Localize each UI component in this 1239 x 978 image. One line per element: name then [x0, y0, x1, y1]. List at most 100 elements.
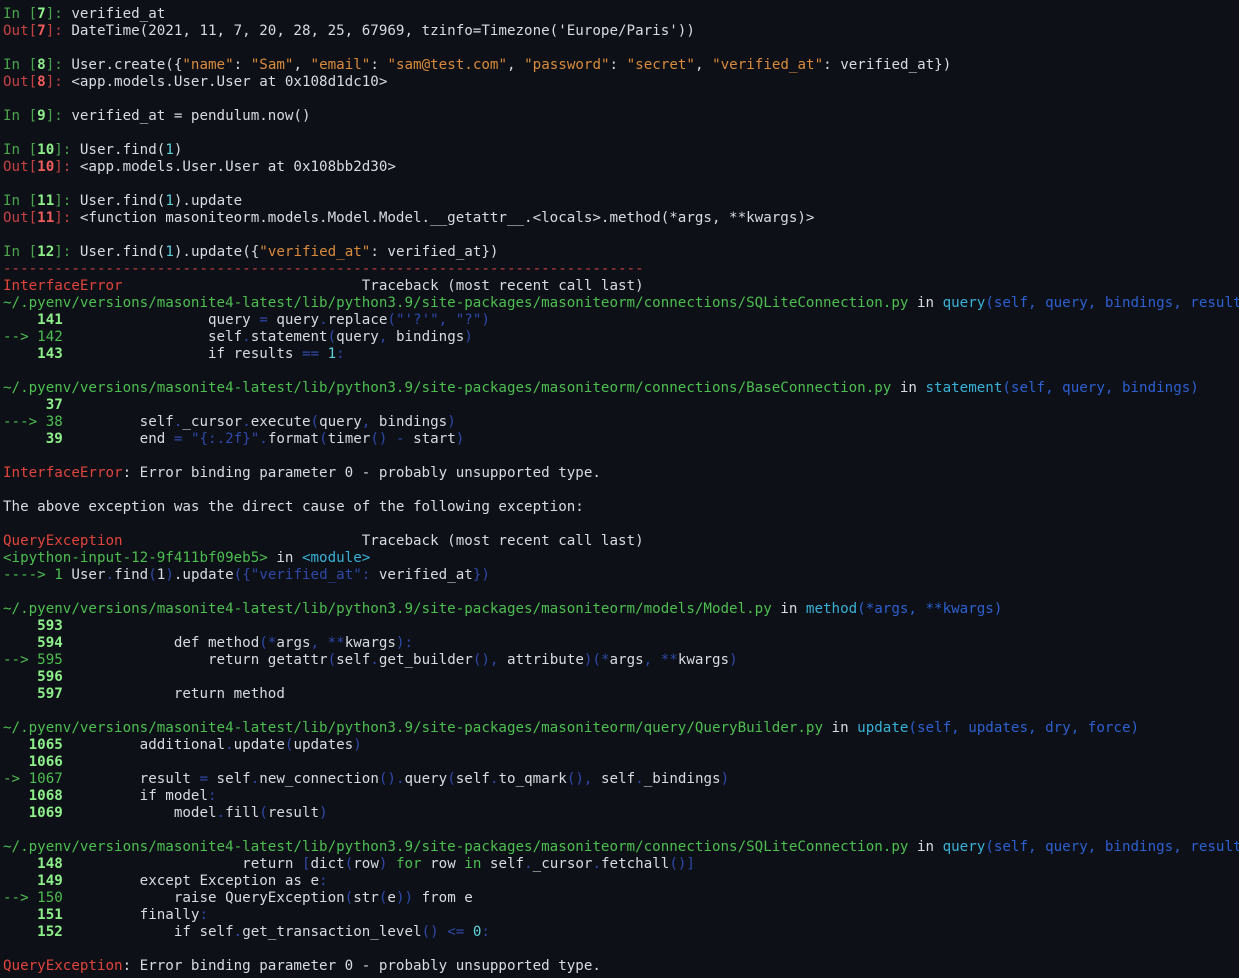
terminal-text: end — [62, 431, 174, 447]
terminal-text: <app.models.User.User at 0x108bb2d30> — [79, 159, 396, 175]
terminal-text: . — [216, 805, 226, 821]
terminal-text: QueryException — [3, 533, 123, 549]
terminal-text: 152 — [37, 924, 63, 940]
terminal-text: ) — [720, 771, 730, 787]
terminal-line: -> 1067 result = self.new_connection().q… — [3, 771, 1239, 788]
terminal-text: in — [908, 295, 943, 311]
terminal-text: : Error binding parameter 0 - probably u… — [122, 465, 601, 481]
terminal-text: Traceback (most recent call last) — [122, 278, 644, 294]
terminal-text: : verified_at}) — [823, 57, 952, 73]
terminal-text: raise QueryException — [62, 890, 345, 906]
terminal-text: 10 — [37, 159, 55, 175]
terminal-text: ) — [165, 567, 174, 583]
terminal-text: self — [62, 329, 243, 345]
terminal-text: "secret" — [626, 57, 695, 73]
terminal-line: --> 150 raise QueryException(str(e)) fro… — [3, 890, 1239, 907]
terminal-text: ) — [447, 414, 456, 430]
terminal-text: ]: — [45, 6, 72, 22]
terminal-line: Out[11]: <function masoniteorm.models.Mo… — [3, 210, 1239, 227]
terminal-text: ~/.pyenv/versions/masonite4-latest/lib/p… — [3, 601, 772, 617]
terminal-text: "{:.2f}" — [190, 431, 260, 447]
terminal-text: . — [524, 856, 533, 872]
terminal-text: . — [259, 431, 268, 447]
terminal-text: method — [805, 601, 858, 617]
terminal-text: str — [353, 890, 379, 906]
terminal-text: : — [199, 907, 209, 923]
terminal-text: ( — [148, 567, 157, 583]
terminal-text: "verified_at" — [712, 57, 824, 73]
terminal-line: <ipython-input-12-9f411bf09eb5> in <modu… — [3, 550, 1239, 567]
terminal-text: return method — [62, 686, 285, 702]
terminal-line: Out[8]: <app.models.User.User at 0x108d1… — [3, 74, 1239, 91]
terminal-text: ( — [447, 771, 456, 787]
terminal-text: 597 — [37, 686, 63, 702]
terminal-text: <app.models.User.User at 0x108d1dc10> — [71, 74, 388, 90]
terminal-text: self — [336, 652, 371, 668]
terminal-output[interactable]: In [7]: verified_at Out[7]: DateTime(2021… — [0, 0, 1239, 978]
terminal-text: if results — [62, 346, 302, 362]
terminal-text: "email" — [310, 57, 371, 73]
terminal-text: timer — [327, 431, 371, 447]
terminal-text: : — [370, 57, 388, 73]
terminal-text: , — [694, 57, 713, 73]
terminal-text: [ — [301, 856, 311, 872]
terminal-text: DateTime(2021, 11, 7, 20, 28, 25, 67969,… — [71, 23, 695, 39]
terminal-text: The above exception was the direct cause… — [3, 499, 584, 515]
terminal-text: ({"verified_at": — [233, 567, 379, 583]
terminal-text: 11 — [37, 210, 55, 226]
terminal-text: query — [62, 312, 260, 328]
terminal-text: bindings — [370, 414, 448, 430]
terminal-text: ]: — [45, 57, 72, 73]
terminal-line: 141 query = query.replace("'?'", "?") — [3, 312, 1239, 329]
terminal-text: User.create({ — [71, 57, 183, 73]
terminal-text: ) — [353, 737, 362, 753]
terminal-text: in — [823, 720, 858, 736]
terminal-text: ( — [344, 856, 354, 872]
terminal-text: ( — [327, 652, 337, 668]
terminal-text: execute — [250, 414, 311, 430]
terminal-text: --> 150 — [3, 890, 63, 906]
terminal-text: for — [395, 856, 422, 872]
terminal-text: ( — [259, 805, 268, 821]
terminal-text: Out[ — [3, 74, 38, 90]
terminal-text: statement — [925, 380, 1003, 396]
terminal-text: update — [182, 567, 234, 583]
terminal-line: ~/.pyenv/versions/masonite4-latest/lib/p… — [3, 295, 1239, 312]
terminal-text: In [ — [3, 57, 38, 73]
terminal-text: replace — [327, 312, 388, 328]
terminal-text: result — [267, 805, 320, 821]
terminal-text: in — [891, 380, 926, 396]
terminal-text: . — [105, 567, 115, 583]
terminal-text: . — [370, 652, 379, 668]
terminal-line: ~/.pyenv/versions/masonite4-latest/lib/p… — [3, 380, 1239, 397]
terminal-line: --> 142 self.statement(query, bindings) — [3, 329, 1239, 346]
terminal-text: ( — [319, 431, 328, 447]
terminal-line: 1066 — [3, 754, 1239, 771]
terminal-text: <ipython-input-12-9f411bf09eb5> — [3, 550, 268, 566]
terminal-text: , ** — [643, 652, 678, 668]
terminal-line: ---> 38 self._cursor.execute(query, bind… — [3, 414, 1239, 431]
terminal-line: 596 — [3, 669, 1239, 686]
terminal-text: 7 — [37, 23, 46, 39]
terminal-line: QueryException Traceback (most recent ca… — [3, 533, 1239, 550]
terminal-text: 1069 — [28, 805, 63, 821]
terminal-text: return — [62, 856, 302, 872]
terminal-text: ~/.pyenv/versions/masonite4-latest/lib/p… — [3, 380, 892, 396]
terminal-text: "name" — [182, 57, 234, 73]
terminal-text: ]: — [54, 210, 80, 226]
terminal-text: <module> — [301, 550, 371, 566]
terminal-text: 8 — [37, 57, 46, 73]
terminal-text: )) — [395, 890, 414, 906]
terminal-line: 152 if self.get_transaction_level() <= 0… — [3, 924, 1239, 941]
terminal-text: In [ — [3, 108, 38, 124]
terminal-text: finally — [62, 907, 200, 923]
terminal-text: if model — [62, 788, 209, 804]
terminal-line: Out[10]: <app.models.User.User at 0x108b… — [3, 159, 1239, 176]
